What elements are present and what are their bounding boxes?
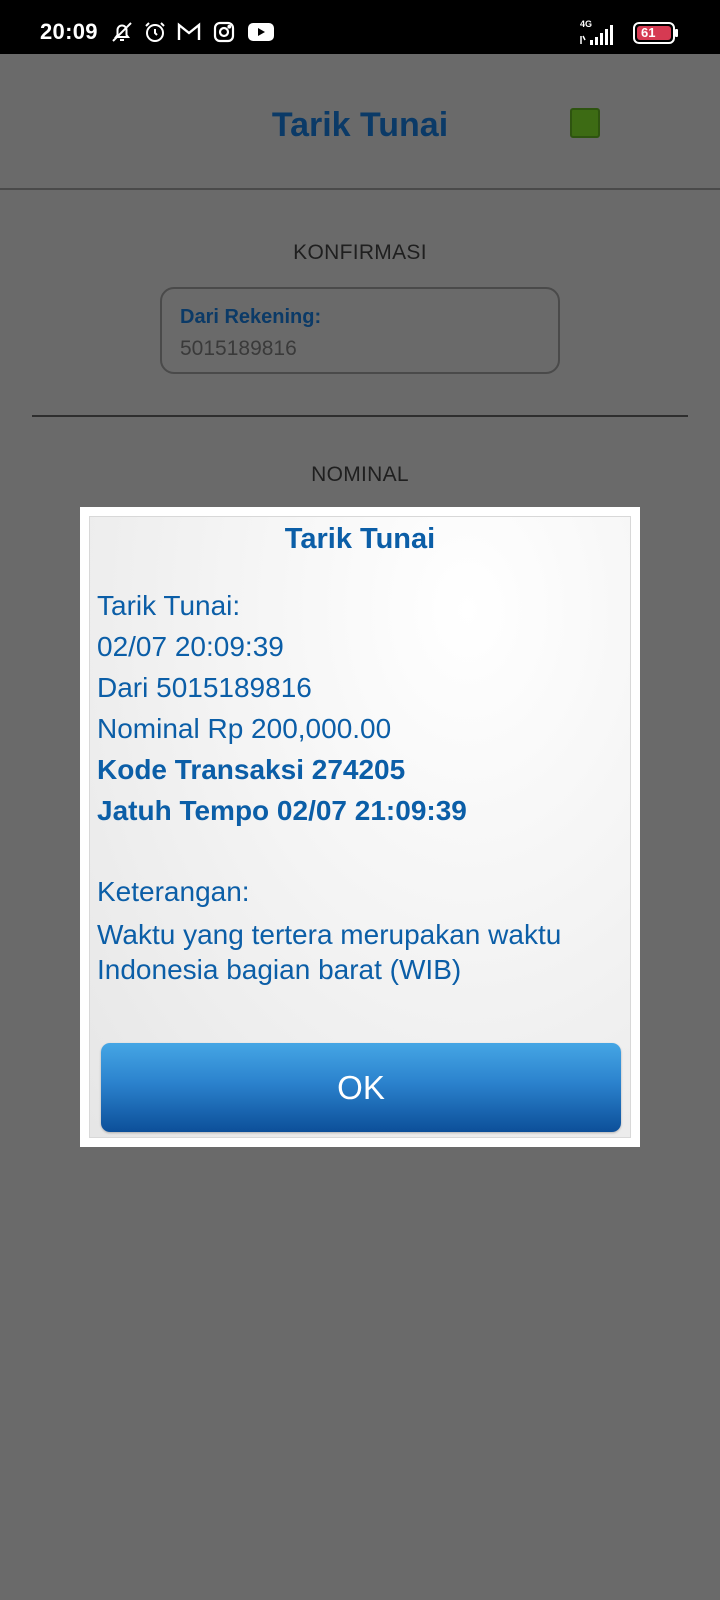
nominal-label: NOMINAL	[311, 463, 409, 486]
youtube-icon	[247, 20, 275, 49]
connection-status-indicator	[570, 108, 600, 138]
status-time: 20:09	[40, 19, 98, 44]
dialog-note-text: Waktu yang tertera merupakan waktu Indon…	[97, 919, 562, 985]
ok-button[interactable]: OK	[101, 1043, 621, 1132]
app-header: Tarik Tunai	[0, 54, 720, 190]
gmail-icon	[176, 20, 202, 49]
status-bar: 20:09 4G 61	[0, 0, 720, 54]
dialog-line-transaction-code: Kode Transaksi 274205	[97, 754, 406, 785]
screen: 20:09 4G 61 Tarik Tunai KONFIRMASI Dari …	[0, 0, 720, 1600]
confirmation-label: KONFIRMASI	[293, 241, 427, 264]
dialog-line-heading: Tarik Tunai:	[97, 590, 241, 621]
page-title: Tarik Tunai	[271, 106, 449, 144]
dialog-line-from-account: Dari 5015189816	[97, 672, 312, 703]
from-account-value: 5015189816	[180, 337, 297, 360]
signal-icon: 4G	[578, 18, 618, 51]
notifications-off-icon	[110, 20, 134, 49]
dialog-title: Tarik Tunai	[284, 523, 436, 555]
dialog-note-label: Keterangan:	[97, 876, 250, 907]
from-account-label: Dari Rekening:	[180, 306, 322, 328]
battery-level: 61	[641, 25, 656, 40]
alarm-icon	[143, 20, 167, 49]
confirmation-dialog: Tarik Tunai Tarik Tunai: 02/07 20:09:39 …	[80, 507, 640, 1147]
svg-text:4G: 4G	[580, 19, 592, 29]
divider	[32, 415, 688, 417]
from-account-box: Dari Rekening: 5015189816	[160, 287, 560, 374]
battery-icon	[633, 22, 679, 49]
dialog-body: Tarik Tunai Tarik Tunai: 02/07 20:09:39 …	[89, 516, 631, 1138]
dialog-line-nominal: Nominal Rp 200,000.00	[97, 713, 392, 744]
instagram-icon	[212, 20, 236, 49]
dialog-line-datetime: 02/07 20:09:39	[97, 631, 284, 662]
dialog-line-due-time: Jatuh Tempo 02/07 21:09:39	[97, 795, 467, 826]
